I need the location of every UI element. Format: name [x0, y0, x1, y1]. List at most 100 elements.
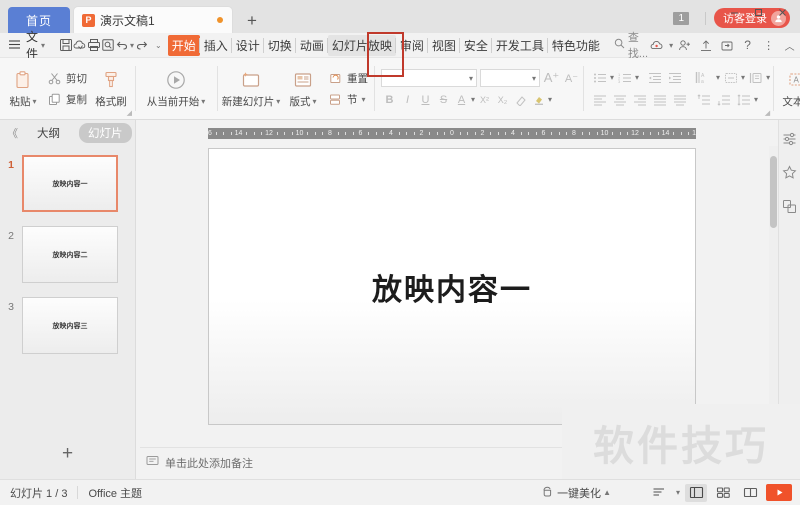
- horizontal-ruler[interactable]: 16 14 12 10 8 6 4 2 0 2 4 6 8 10 12 14 16: [208, 128, 696, 139]
- distribute-icon[interactable]: [670, 91, 689, 108]
- line-spacing-icon[interactable]: [734, 91, 753, 108]
- ribbon-tab-developer[interactable]: 开发工具: [490, 35, 548, 56]
- redo-icon[interactable]: [134, 36, 149, 55]
- slide-preview[interactable]: 放映内容一: [22, 155, 118, 212]
- file-menu-button[interactable]: 文件 ▾: [26, 28, 45, 62]
- chevron-down-icon[interactable]: ▾: [741, 73, 745, 82]
- help-icon[interactable]: ?: [738, 36, 757, 55]
- paste-button[interactable]: 粘贴 ▾: [3, 61, 43, 117]
- collapse-ribbon-icon[interactable]: ︿: [780, 36, 799, 55]
- ribbon-tab-animations[interactable]: 动画: [294, 35, 328, 56]
- decrease-indent-icon[interactable]: [645, 69, 664, 86]
- font-size-input[interactable]: ▾: [480, 69, 540, 87]
- underline-button[interactable]: U: [417, 91, 434, 108]
- start-slideshow-button[interactable]: [766, 484, 792, 501]
- beautify-button[interactable]: 一键美化 ▲: [542, 485, 611, 501]
- notification-badge[interactable]: 1: [673, 11, 689, 25]
- slide-thumbnail-1[interactable]: 1 放映内容一: [0, 155, 135, 212]
- maximize-button[interactable]: [746, 2, 770, 22]
- subscript-button[interactable]: X₂: [494, 91, 511, 108]
- chevron-down-icon[interactable]: ▾: [676, 488, 680, 497]
- reset-button[interactable]: 重置: [324, 69, 371, 87]
- ribbon-tab-design[interactable]: 设计: [230, 35, 264, 56]
- save-icon[interactable]: [59, 36, 73, 55]
- ribbon-tab-insert[interactable]: 插入: [198, 35, 232, 56]
- copy-button[interactable]: 复制: [43, 90, 90, 108]
- font-color-button[interactable]: A: [453, 91, 470, 108]
- chevron-down-icon[interactable]: ▾: [635, 73, 639, 82]
- view-reading-icon[interactable]: [739, 484, 761, 502]
- hamburger-icon[interactable]: [8, 38, 21, 53]
- ribbon-tab-slideshow[interactable]: 幻灯片放映: [326, 34, 396, 56]
- paragraph-dialog-launcher[interactable]: ◢: [765, 109, 770, 117]
- search-input[interactable]: 查找...: [614, 29, 648, 61]
- chevron-down-icon[interactable]: ▾: [548, 95, 552, 104]
- collapse-panel-icon[interactable]: 《: [7, 125, 18, 141]
- highlight-icon[interactable]: [530, 91, 547, 108]
- view-normal-icon[interactable]: [685, 483, 707, 502]
- italic-button[interactable]: I: [399, 91, 416, 108]
- justify-icon[interactable]: [650, 91, 669, 108]
- decrease-font-size-button[interactable]: A⁻: [563, 70, 580, 87]
- upload-share-icon[interactable]: [696, 36, 715, 55]
- tab-slides[interactable]: 幻灯片: [79, 123, 132, 143]
- cloud-icon[interactable]: [648, 36, 667, 55]
- document-tab[interactable]: P 演示文稿1: [73, 6, 233, 33]
- scrollbar-thumb[interactable]: [770, 156, 777, 228]
- numbering-icon[interactable]: 123: [615, 69, 634, 86]
- minimize-button[interactable]: [722, 2, 746, 22]
- share-user-icon[interactable]: [675, 36, 694, 55]
- superscript-button[interactable]: X²: [476, 91, 493, 108]
- close-button[interactable]: [770, 2, 794, 22]
- align-left-icon[interactable]: [590, 91, 609, 108]
- notes-toggle-icon[interactable]: [649, 484, 671, 502]
- chevron-down-icon[interactable]: ▾: [716, 73, 720, 82]
- print-preview-icon[interactable]: [101, 36, 115, 55]
- text-direction-icon[interactable]: Aa: [690, 69, 715, 86]
- ribbon-tab-security[interactable]: 安全: [458, 35, 492, 56]
- ribbon-tab-features[interactable]: 特色功能: [546, 35, 604, 56]
- font-family-input[interactable]: ▾: [381, 69, 477, 87]
- chevron-down-icon[interactable]: ▾: [471, 95, 475, 104]
- new-tab-button[interactable]: +: [247, 12, 257, 29]
- ribbon-tab-start[interactable]: 开始: [167, 34, 200, 56]
- strikethrough-button[interactable]: S: [435, 91, 452, 108]
- ribbon-tab-transitions[interactable]: 切换: [262, 35, 296, 56]
- layout-button[interactable]: 版式 ▾: [282, 61, 324, 117]
- increase-indent-icon[interactable]: [665, 69, 684, 86]
- cloud-sync-icon[interactable]: [73, 36, 87, 55]
- bold-button[interactable]: B: [381, 91, 398, 108]
- start-from-current-button[interactable]: 从当前开始 ▾: [143, 61, 209, 117]
- properties-slider-icon[interactable]: [781, 129, 799, 147]
- undo-icon[interactable]: [115, 36, 130, 55]
- duplicate-layers-icon[interactable]: [781, 197, 799, 215]
- align-text-icon[interactable]: [721, 69, 740, 86]
- space-before-icon[interactable]: [694, 91, 713, 108]
- customize-qat-icon[interactable]: ⌄: [155, 41, 162, 50]
- slide-count-indicator[interactable]: 幻灯片 1 / 3: [0, 485, 77, 501]
- vertical-scrollbar[interactable]: [769, 146, 778, 439]
- slide-title-text[interactable]: 放映内容一: [372, 265, 532, 309]
- theme-indicator[interactable]: Office 主题: [78, 485, 152, 501]
- chevron-down-icon[interactable]: ▾: [669, 41, 673, 50]
- slide-preview[interactable]: 放映内容二: [22, 226, 118, 283]
- slide-thumbnail-2[interactable]: 2 放映内容二: [0, 226, 135, 283]
- ai-star-icon[interactable]: [781, 163, 799, 181]
- columns-icon[interactable]: [746, 69, 765, 86]
- print-icon[interactable]: [87, 36, 101, 55]
- textbox-button[interactable]: A 文本框: [776, 61, 800, 117]
- slide-preview[interactable]: 放映内容三: [22, 297, 118, 354]
- chevron-down-icon[interactable]: ▾: [610, 73, 614, 82]
- clear-format-icon[interactable]: [512, 91, 529, 108]
- tab-outline[interactable]: 大纲: [28, 123, 69, 143]
- ribbon-tab-review[interactable]: 审阅: [394, 35, 428, 56]
- clipboard-dialog-launcher[interactable]: ◢: [127, 109, 132, 117]
- section-button[interactable]: 节 ▾: [324, 90, 371, 108]
- increase-font-size-button[interactable]: A⁺: [543, 70, 560, 87]
- view-sorter-icon[interactable]: [712, 484, 734, 502]
- align-right-icon[interactable]: [630, 91, 649, 108]
- slide-thumbnail-list[interactable]: 1 放映内容一 2 放映内容二 3 放映内容三: [0, 146, 135, 433]
- more-options-icon[interactable]: ⋮: [759, 36, 778, 55]
- chevron-down-icon[interactable]: ▾: [754, 95, 758, 104]
- slide-canvas[interactable]: 放映内容一: [208, 148, 696, 425]
